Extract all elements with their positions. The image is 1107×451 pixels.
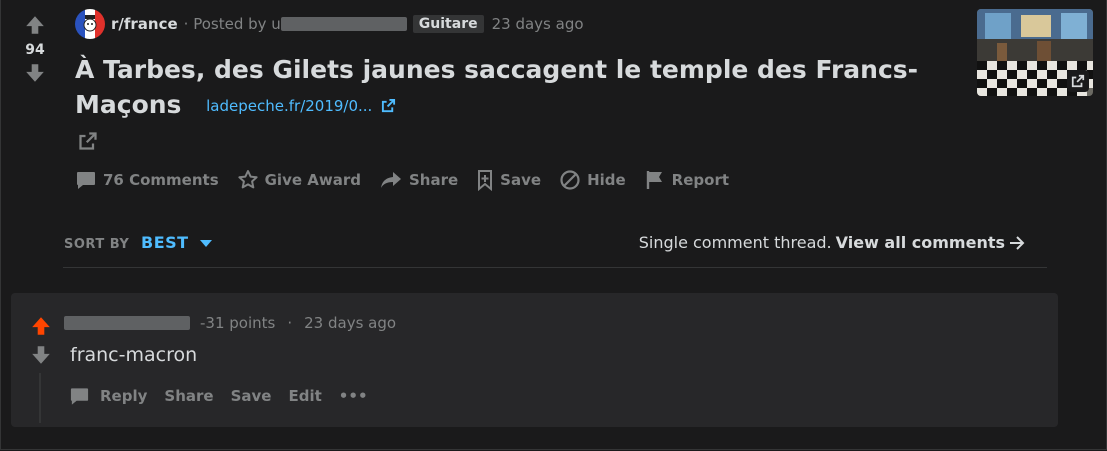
- sort-dropdown[interactable]: BEST: [141, 233, 213, 252]
- comment-edit-button[interactable]: Edit: [288, 387, 321, 405]
- save-button[interactable]: Save: [476, 169, 541, 191]
- comment-meta: -31 points · 23 days ago: [64, 314, 396, 332]
- comments-label: 76 Comments: [103, 171, 219, 189]
- more-options-button[interactable]: •••: [339, 387, 368, 405]
- bookmark-icon: [478, 170, 493, 191]
- downvote-icon[interactable]: [24, 62, 46, 84]
- redacted-username: [64, 316, 190, 330]
- thread-line[interactable]: [39, 373, 41, 423]
- save-label: Save: [500, 171, 542, 189]
- single-thread-notice: Single comment thread. View all comments: [639, 233, 1025, 252]
- comment-card: -31 points · 23 days ago franc-macron Re…: [11, 293, 1058, 427]
- vote-column: 94: [21, 14, 49, 84]
- post-score: 94: [25, 42, 45, 58]
- sort-label: SORT BY: [64, 237, 130, 252]
- open-link-icon[interactable]: [78, 131, 98, 151]
- hide-icon: [560, 170, 580, 190]
- chevron-down-icon: [199, 239, 212, 247]
- post-action-bar: 76 Comments Give Award Share Save Hide R…: [75, 167, 747, 193]
- external-link-icon: [1071, 74, 1085, 88]
- post-flair[interactable]: Guitare: [412, 15, 484, 33]
- post-meta: r/france · Posted by u Guitare 23 days a…: [75, 9, 584, 39]
- post-domain: ladepeche.fr/2019/0...: [206, 96, 373, 115]
- comment-share-label: Share: [164, 387, 214, 405]
- report-label: Report: [671, 171, 730, 189]
- comment-points: -31 points: [200, 314, 276, 332]
- comment-action-bar: Reply Share Save Edit •••: [69, 386, 385, 406]
- hide-button[interactable]: Hide: [559, 169, 626, 191]
- external-link-icon: [382, 98, 396, 112]
- post-container: 94 r/france · Posted by u Guitare 23 day…: [0, 0, 1107, 450]
- more-options-icon: •••: [338, 387, 368, 405]
- share-icon: [380, 172, 401, 188]
- subreddit-icon[interactable]: [75, 9, 105, 39]
- comment-icon: [77, 172, 95, 189]
- post-title-block: À Tarbes, des Gilets jaunes saccagent le…: [75, 52, 955, 124]
- upvote-icon[interactable]: [24, 14, 46, 36]
- sort-value: BEST: [141, 233, 189, 252]
- comment-body: franc-macron: [70, 344, 198, 366]
- report-button[interactable]: Report: [644, 169, 729, 191]
- redacted-username: [280, 17, 407, 31]
- comment-edit-label: Edit: [288, 387, 322, 405]
- post-time[interactable]: 23 days ago: [492, 15, 584, 33]
- subreddit-name[interactable]: r/france: [111, 15, 178, 33]
- arrow-right-icon: [1010, 235, 1025, 250]
- comments-button[interactable]: 76 Comments: [75, 170, 219, 190]
- award-icon: [238, 170, 258, 189]
- comment-save-button[interactable]: Save: [231, 387, 272, 405]
- single-thread-text: Single comment thread.: [638, 233, 832, 252]
- give-award-label: Give Award: [264, 171, 361, 189]
- thumbnail-link-badge: [1067, 70, 1089, 92]
- view-all-comments-link[interactable]: View all comments: [836, 233, 1025, 252]
- post-thumbnail[interactable]: [977, 9, 1093, 96]
- comment-save-label: Save: [230, 387, 272, 405]
- give-award-button[interactable]: Give Award: [237, 169, 361, 191]
- upvote-icon[interactable]: [30, 315, 52, 337]
- share-button[interactable]: Share: [379, 170, 458, 190]
- flag-icon: [646, 171, 662, 189]
- meta-separator: ·: [287, 314, 293, 332]
- post-title[interactable]: À Tarbes, des Gilets jaunes saccagent le…: [75, 55, 918, 119]
- reply-label: Reply: [100, 387, 148, 405]
- comment-time[interactable]: 23 days ago: [304, 314, 396, 332]
- post-domain-link[interactable]: ladepeche.fr/2019/0...: [206, 97, 396, 115]
- downvote-icon[interactable]: [30, 344, 52, 366]
- reply-button[interactable]: Reply: [69, 386, 147, 406]
- comment-icon: [70, 388, 89, 405]
- sort-bar: SORT BY BEST Single comment thread. View…: [63, 229, 1047, 268]
- hide-label: Hide: [587, 171, 626, 189]
- view-all-comments-label: View all comments: [835, 233, 1005, 252]
- posted-by-label: · Posted by u: [183, 15, 281, 33]
- comment-share-button[interactable]: Share: [164, 387, 213, 405]
- share-label: Share: [408, 171, 459, 189]
